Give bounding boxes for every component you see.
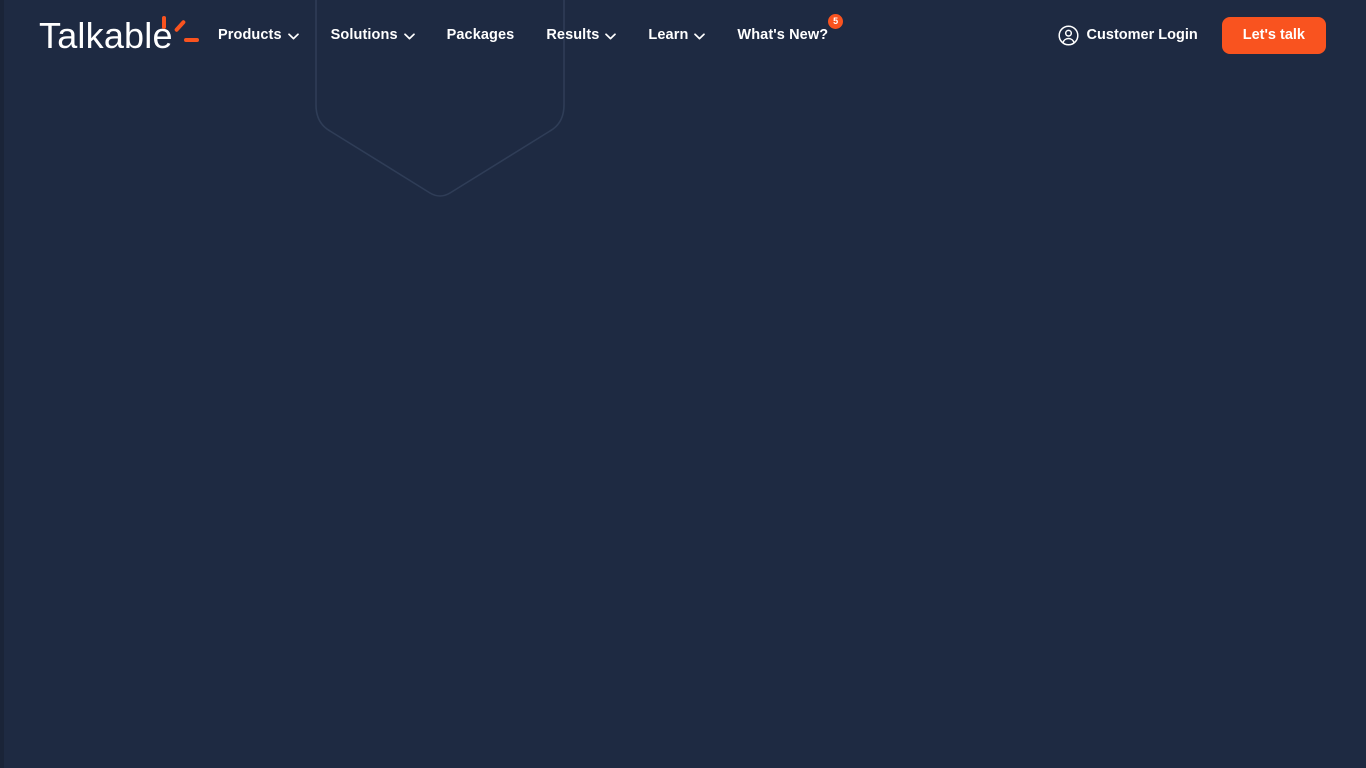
header-actions: Customer Login Let's talk: [1057, 0, 1326, 70]
nav-item-whats-new[interactable]: What's New? 5: [737, 14, 844, 45]
nav-item-label: Results: [546, 27, 600, 43]
nav-item-label: Solutions: [330, 27, 398, 43]
chevron-down-icon: [403, 32, 415, 40]
customer-login-label: Customer Login: [1086, 27, 1198, 43]
user-circle-icon: [1057, 24, 1079, 46]
main-content: [0, 70, 1366, 768]
sunburst-rays-icon: [151, 14, 211, 56]
nav-item-solutions[interactable]: Solutions: [331, 25, 431, 45]
nav-item-label: What's New?: [737, 27, 829, 43]
status-badge: 5: [828, 14, 844, 29]
nav-item-label: Packages: [446, 27, 515, 43]
chevron-down-icon: [287, 32, 299, 40]
logo[interactable]: Talkable: [39, 14, 199, 56]
nav-item-label: Products: [218, 27, 282, 43]
site-header: Talkable Products Solutions Packages Res…: [0, 0, 1366, 70]
chevron-down-icon: [694, 32, 706, 40]
nav-item-label: Learn: [648, 27, 689, 43]
customer-login-link[interactable]: Customer Login: [1057, 24, 1198, 46]
main-nav: Products Solutions Packages Results Lear…: [218, 0, 844, 70]
chevron-down-icon: [605, 32, 617, 40]
nav-item-results[interactable]: Results: [546, 25, 632, 45]
nav-item-products[interactable]: Products: [218, 25, 315, 45]
nav-item-packages[interactable]: Packages: [447, 25, 531, 45]
nav-item-learn[interactable]: Learn: [648, 25, 721, 45]
lets-talk-button[interactable]: Let's talk: [1221, 16, 1326, 54]
page-root: Talkable Products Solutions Packages Res…: [0, 0, 1366, 768]
